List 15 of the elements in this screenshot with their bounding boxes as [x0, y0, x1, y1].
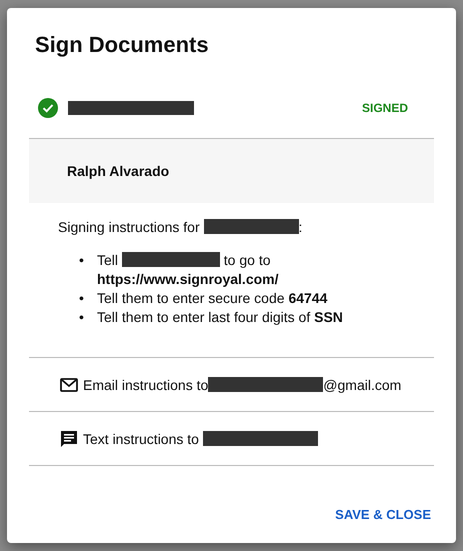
check-circle-icon	[38, 98, 58, 118]
instructions-heading: Signing instructions for :	[58, 219, 304, 235]
signer-name: Ralph Alvarado	[67, 163, 170, 179]
status-label: SIGNED	[362, 101, 408, 115]
instruction-item: Tell to go to https://www.signroyal.com/	[97, 251, 280, 289]
bullet-mark: •	[79, 289, 85, 308]
send-option-link[interactable]: Text instructions to	[83, 430, 318, 446]
bullet-mark: •	[79, 251, 85, 270]
bullet-mark: •	[79, 308, 85, 327]
message-icon	[59, 428, 79, 448]
instruction-item: Tell them to enter secure code 64744	[97, 289, 328, 308]
send-option-link[interactable]: Email instructions to @gmail.com	[83, 376, 402, 392]
instruction-item: Tell them to enter last four digits of SSN	[97, 308, 343, 327]
dialog-title: Sign Documents	[35, 32, 210, 58]
save-close-button[interactable]: SAVE & CLOSE	[335, 503, 431, 526]
